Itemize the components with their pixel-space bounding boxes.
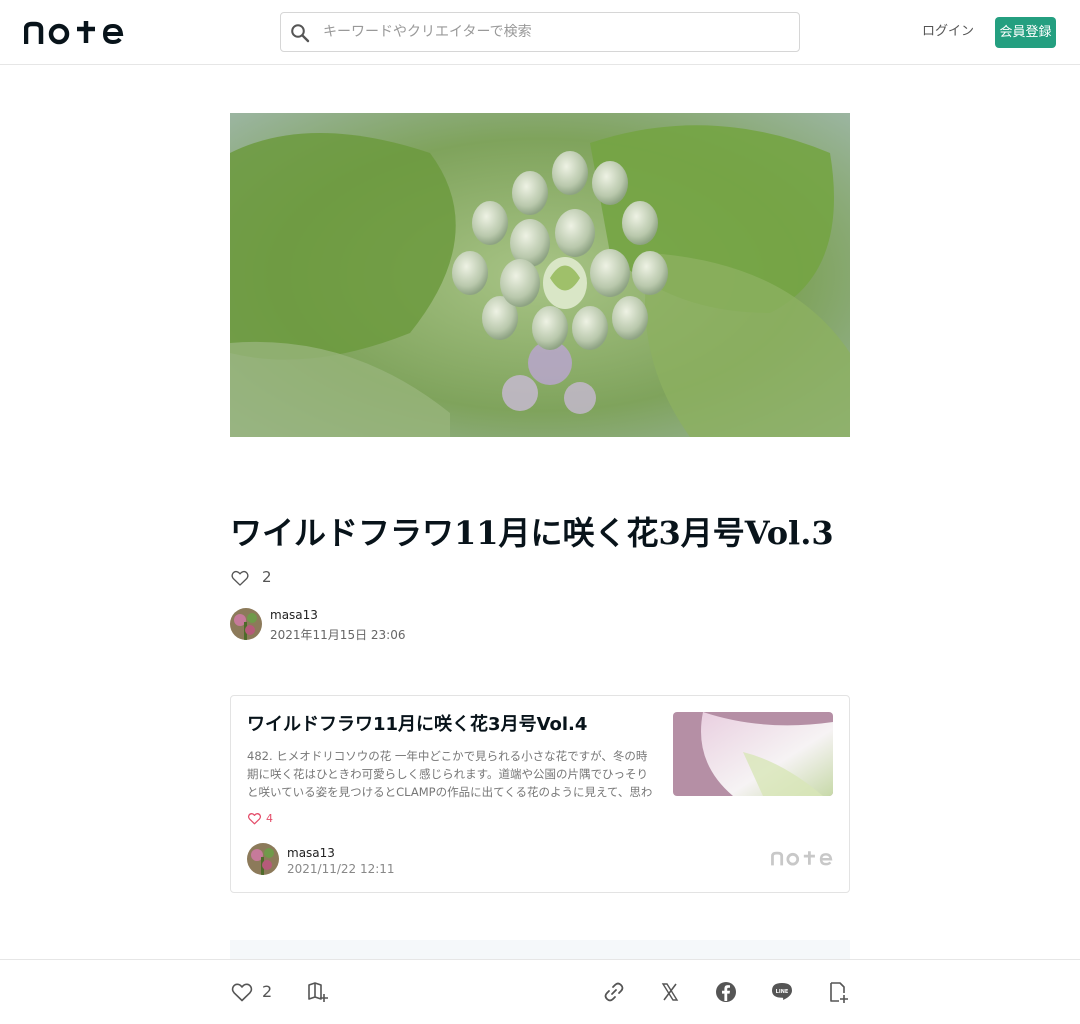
note-logo[interactable] <box>24 19 124 45</box>
author-name[interactable]: masa13 <box>270 608 318 622</box>
signup-button[interactable]: 会員登録 <box>995 17 1056 48</box>
like-count: 2 <box>262 982 273 1001</box>
avatar[interactable] <box>230 608 262 640</box>
article-title: ワイルドフラワ11月に咲く花3月号Vol.3 <box>230 514 834 552</box>
note-logo <box>771 851 833 866</box>
facebook-icon[interactable] <box>714 980 738 1004</box>
card-publish-date: 2021/11/22 12:11 <box>287 862 395 876</box>
heart-icon[interactable] <box>247 811 262 826</box>
like-count: 2 <box>262 568 272 586</box>
author-info[interactable]: masa13 2021年11月15日 23:06 <box>230 606 530 642</box>
embed-note-card[interactable]: ワイルドフラワ11月に咲く花3月号Vol.4 482. ヒメオドリコソウの花 一… <box>230 695 850 893</box>
card-excerpt: 482. ヒメオドリコソウの花 一年中どこかで見られる小さな花ですが、冬の時期に… <box>247 749 653 799</box>
publish-date: 2021年11月15日 23:06 <box>270 628 406 642</box>
svg-text:LINE: LINE <box>776 989 789 995</box>
card-title[interactable]: ワイルドフラワ11月に咲く花3月号Vol.4 <box>247 712 657 738</box>
search-box[interactable] <box>280 12 800 52</box>
x-icon[interactable] <box>658 980 682 1004</box>
embed-icon[interactable] <box>826 980 850 1004</box>
login-link[interactable]: ログイン <box>918 18 978 46</box>
card-author-name[interactable]: masa13 <box>287 846 335 860</box>
search-input[interactable] <box>321 13 791 51</box>
hero-image <box>230 113 850 437</box>
magazine-add-icon[interactable] <box>306 980 330 1004</box>
heart-icon[interactable] <box>230 980 254 1004</box>
card-author-info[interactable]: masa13 2021/11/22 12:11 <box>247 842 547 876</box>
card-like-count: 4 <box>266 812 273 825</box>
heart-icon[interactable] <box>230 568 250 588</box>
link-icon[interactable] <box>602 980 626 1004</box>
avatar[interactable] <box>247 843 279 875</box>
card-thumbnail[interactable] <box>673 712 833 796</box>
bottom-action-bar: 2 LINE <box>0 959 1080 1024</box>
search-icon <box>291 24 310 43</box>
line-icon[interactable]: LINE <box>770 980 794 1004</box>
site-header: ログイン 会員登録 <box>0 0 1080 65</box>
